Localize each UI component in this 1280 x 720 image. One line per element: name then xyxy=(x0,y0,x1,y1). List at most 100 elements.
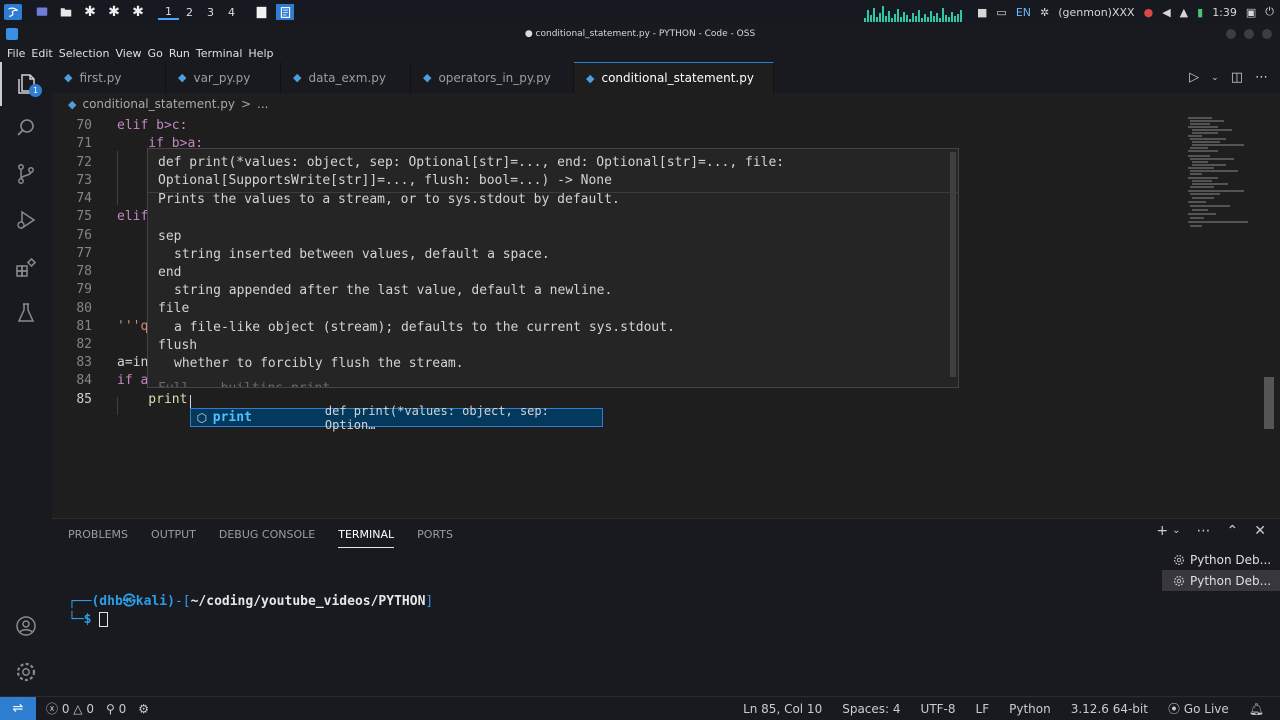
genmon-label: (genmon)XXX xyxy=(1058,5,1135,19)
screen-icon[interactable]: ▭ xyxy=(996,6,1006,19)
go-live-button[interactable]: ⦿ Go Live xyxy=(1168,700,1229,717)
notification-bell-icon[interactable]: ▲ xyxy=(1180,6,1188,19)
workspace-3[interactable]: 3 xyxy=(200,6,221,19)
tab-data-exm-py[interactable]: ◆ data_exm.py xyxy=(281,62,411,93)
vscode-window-icon[interactable] xyxy=(276,4,294,20)
ports-indicator[interactable]: ⚲ 0 xyxy=(106,702,126,716)
terminal-instance-selected[interactable]: Python Deb... xyxy=(1162,570,1280,591)
gear-icon[interactable]: ✱ xyxy=(105,4,123,20)
battery-icon[interactable]: ▮ xyxy=(1197,6,1203,19)
workspace-4[interactable]: 4 xyxy=(221,6,242,19)
cursor-position[interactable]: Ln 85, Col 10 xyxy=(743,702,822,716)
terminal-output[interactable]: ┌──(dhb㉿kali)-[~/coding/youtube_videos/P… xyxy=(68,575,433,629)
maximize-button[interactable] xyxy=(1244,29,1254,39)
tab-first-py[interactable]: ◆ first.py xyxy=(52,62,166,93)
tab-output[interactable]: OUTPUT xyxy=(151,528,196,541)
ports-count: 0 xyxy=(118,701,127,716)
menu-go[interactable]: Go xyxy=(145,47,166,60)
problems-indicator[interactable]: ⓧ 0 △ 0 xyxy=(46,700,94,717)
tab-conditional-statement-py[interactable]: ◆ conditional_statement.py xyxy=(574,62,774,93)
workspace-2[interactable]: 2 xyxy=(179,6,200,19)
run-python-file-button[interactable]: ▷ xyxy=(1189,70,1199,85)
window-title-text: conditional_statement.py - PYTHON - Code… xyxy=(535,29,756,39)
manage-button[interactable] xyxy=(0,650,52,694)
run-debug-button[interactable] xyxy=(0,198,52,242)
source-control-button[interactable] xyxy=(0,152,52,196)
bluetooth-icon[interactable]: ✲ xyxy=(1040,6,1049,19)
language-indicator[interactable]: EN xyxy=(1016,6,1031,19)
desktop-icon[interactable] xyxy=(33,4,51,20)
tab-ports[interactable]: PORTS xyxy=(417,528,453,541)
hover-signature: Optional[SupportsWrite[str]]=..., flush:… xyxy=(158,172,612,190)
close-panel-icon[interactable]: ✕ xyxy=(1254,523,1266,539)
maximize-panel-icon[interactable]: ⌃ xyxy=(1227,523,1239,539)
gear-icon[interactable]: ✱ xyxy=(81,4,99,20)
tab-operators-in-py[interactable]: ◆ operators_in_py.py xyxy=(411,62,574,93)
python-file-icon: ◆ xyxy=(68,97,77,111)
clock[interactable]: 1:39 xyxy=(1212,6,1237,19)
indentation[interactable]: Spaces: 4 xyxy=(842,702,900,716)
breadcrumb-file[interactable]: conditional_statement.py xyxy=(82,97,234,111)
search-button[interactable] xyxy=(0,106,52,150)
split-editor-icon[interactable]: ◫ xyxy=(1231,70,1243,85)
close-button[interactable] xyxy=(1262,29,1272,39)
volume-icon[interactable]: ◀ xyxy=(1162,6,1170,19)
encoding[interactable]: UTF-8 xyxy=(921,702,956,716)
tab-problems[interactable]: PROBLEMS xyxy=(68,528,128,541)
terminal-dropdown-chevron-icon[interactable]: ⌄ xyxy=(1172,525,1180,539)
suggestion-label[interactable]: print xyxy=(213,410,325,425)
tab-debug-console[interactable]: DEBUG CONSOLE xyxy=(219,528,315,541)
power-icon[interactable]: ⏻ xyxy=(1265,5,1274,19)
gear-icon[interactable]: ✱ xyxy=(129,4,147,20)
breadcrumb-separator: > xyxy=(240,97,252,111)
line-number: 74 xyxy=(76,191,92,206)
tab-terminal[interactable]: TERMINAL xyxy=(338,528,395,548)
extensions-button[interactable] xyxy=(0,246,52,290)
kali-menu-icon[interactable] xyxy=(4,4,22,20)
hover-documentation[interactable]: def print(*values: object, sep: Optional… xyxy=(147,148,959,388)
terminal-instance[interactable]: Python Deb... xyxy=(1162,549,1280,570)
language-mode[interactable]: Python xyxy=(1009,702,1051,716)
menu-view[interactable]: View xyxy=(112,47,144,60)
tab-var-py[interactable]: ◆ var_py.py xyxy=(166,62,281,93)
menu-help[interactable]: Help xyxy=(245,47,276,60)
extensions-icon xyxy=(16,257,37,277)
menu-file[interactable]: File xyxy=(4,47,28,60)
prompt-frame: ] xyxy=(425,594,434,609)
explorer-button[interactable]: 1 xyxy=(0,62,52,106)
menu-selection[interactable]: Selection xyxy=(56,47,113,60)
minimap[interactable] xyxy=(1186,115,1266,245)
record-icon[interactable]: ■ xyxy=(977,6,987,19)
menu-terminal[interactable]: Terminal xyxy=(193,47,246,60)
hover-scrollbar[interactable] xyxy=(950,152,956,377)
panel-tabs: PROBLEMS OUTPUT DEBUG CONSOLE TERMINAL P… xyxy=(68,519,453,549)
line-text: elif b>c: xyxy=(117,118,188,133)
menu-edit[interactable]: Edit xyxy=(28,47,55,60)
system-tray: ■ ▭ EN ✲ (genmon)XXX ● ◀ ▲ ▮ 1:39 ▣ ⏻ xyxy=(864,0,1274,24)
more-actions-icon[interactable]: ⋯ xyxy=(1255,70,1268,85)
remote-indicator-icon[interactable]: ⇌ xyxy=(0,696,36,720)
window-icon[interactable] xyxy=(252,4,270,20)
debug-run-icon[interactable]: ⚙ xyxy=(138,702,149,716)
run-debug-icon xyxy=(17,210,36,230)
end-of-line[interactable]: LF xyxy=(976,702,990,716)
notifications-bell-icon[interactable]: 🔔︎ xyxy=(1249,702,1264,716)
microphone-icon[interactable]: ● xyxy=(1144,6,1154,19)
more-actions-icon[interactable]: ⋯ xyxy=(1197,523,1211,539)
lock-icon[interactable]: ▣ xyxy=(1246,6,1256,19)
editor-scrollbar[interactable] xyxy=(1264,377,1274,429)
breadcrumb-more[interactable]: ... xyxy=(257,97,268,111)
new-terminal-plus-icon[interactable]: + xyxy=(1156,523,1168,539)
python-interpreter[interactable]: 3.12.6 64-bit xyxy=(1071,702,1148,716)
accounts-button[interactable] xyxy=(0,604,52,648)
line-number: 78 xyxy=(76,264,92,279)
testing-button[interactable] xyxy=(0,291,52,335)
folder-icon[interactable] xyxy=(57,4,75,20)
minimize-button[interactable] xyxy=(1226,29,1236,39)
line-number: 85 xyxy=(76,392,92,407)
suggestion-widget[interactable]: ⬡ print def print(*values: object, sep: … xyxy=(190,404,603,432)
tab-label: conditional_statement.py xyxy=(601,71,754,85)
run-dropdown-chevron-icon[interactable]: ⌄ xyxy=(1211,73,1219,83)
menu-run[interactable]: Run xyxy=(166,47,193,60)
workspace-1[interactable]: 1 xyxy=(158,5,179,20)
